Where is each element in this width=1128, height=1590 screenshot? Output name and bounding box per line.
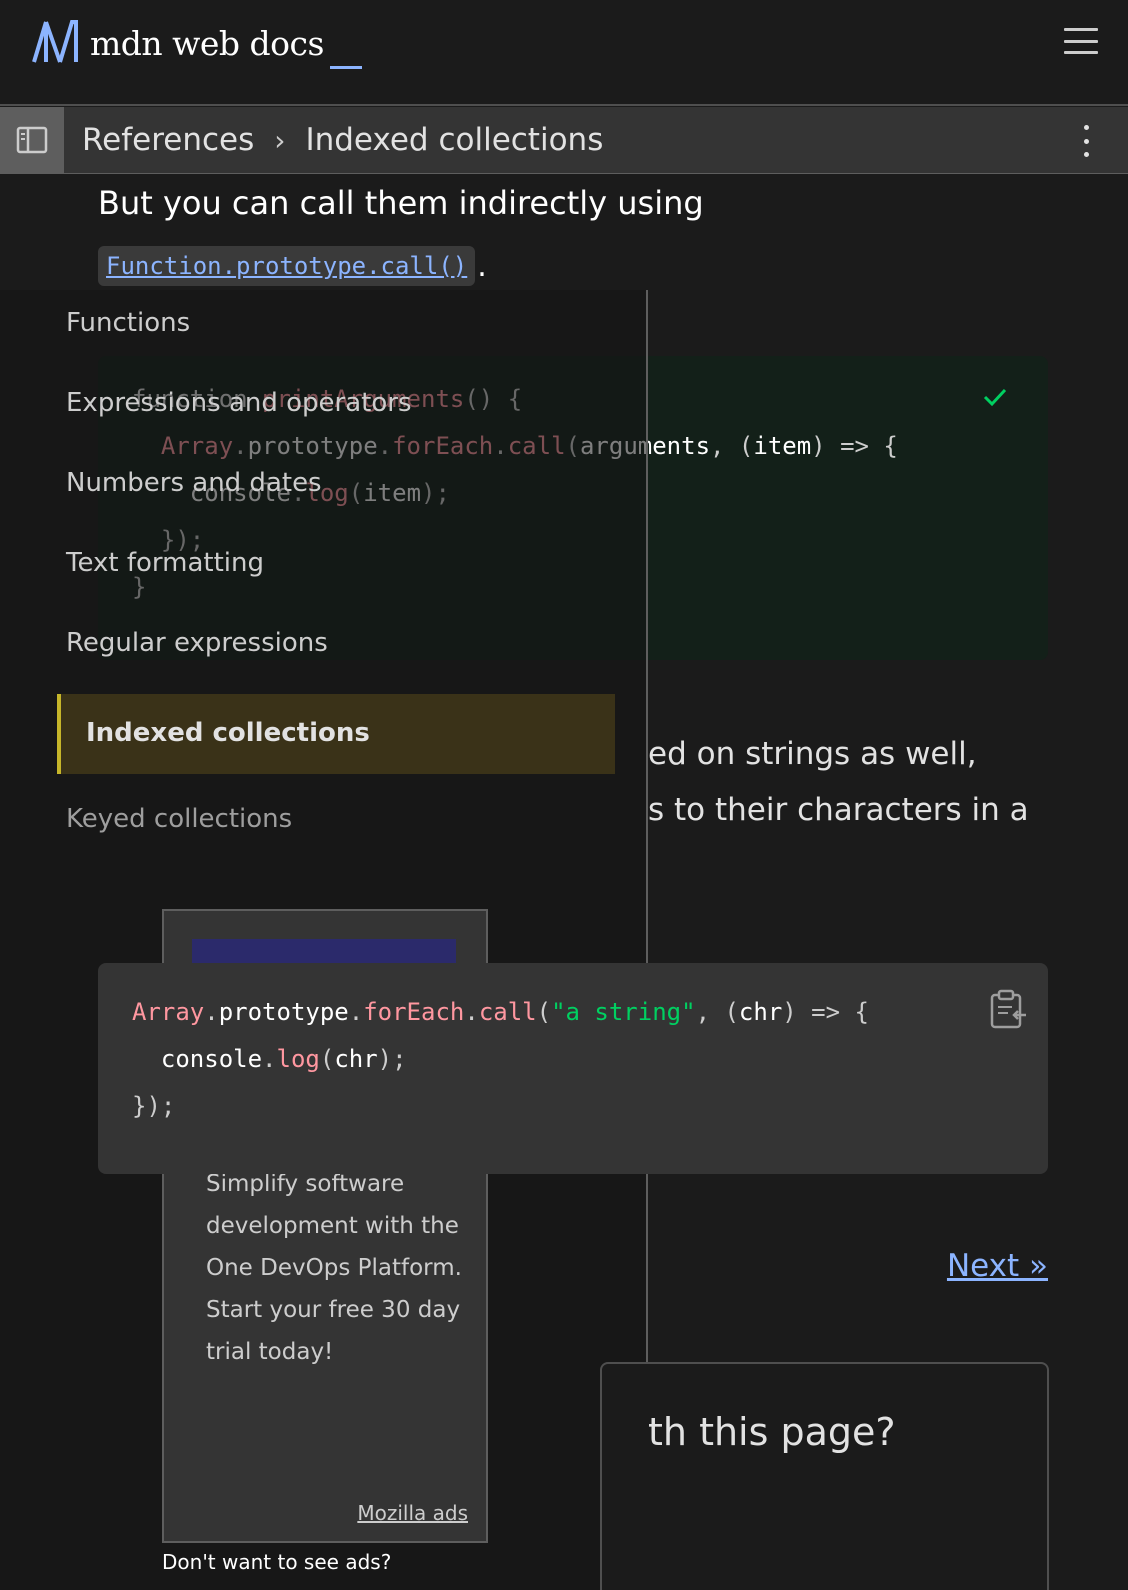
feedback-title: th this page? bbox=[648, 1410, 896, 1454]
sidebar-item-numbers[interactable]: Numbers and dates bbox=[66, 468, 322, 498]
mdn-logo[interactable]: mdn web docs bbox=[32, 20, 362, 69]
sidebar-item-functions[interactable]: Functions bbox=[66, 308, 190, 338]
code-example-string-foreach: Array.prototype.forEach.call("a string",… bbox=[98, 963, 1048, 1174]
logo-text: mdn web docs bbox=[90, 24, 324, 63]
breadcrumb-bar: References › Indexed collections bbox=[0, 107, 1128, 174]
paragraph-link-row: Function.prototype.call() . bbox=[98, 246, 487, 286]
sidebar-toggle-button[interactable] bbox=[0, 107, 64, 173]
breadcrumb-indexed-collections[interactable]: Indexed collections bbox=[305, 122, 603, 158]
breadcrumb-references[interactable]: References bbox=[82, 122, 254, 158]
sidebar-item-indexed-collections[interactable]: Indexed collections bbox=[86, 718, 370, 748]
mdn-logo-icon bbox=[32, 20, 78, 63]
breadcrumb-separator: › bbox=[274, 123, 286, 157]
paragraph-call-indirectly: But you can call them indirectly using bbox=[98, 184, 704, 222]
period: . bbox=[477, 248, 487, 284]
breadcrumb: References › Indexed collections bbox=[82, 107, 603, 173]
paragraph-strings-line1: ed on strings as well, bbox=[648, 736, 977, 772]
hamburger-icon[interactable] bbox=[1064, 28, 1098, 54]
sidebar-toggle-icon bbox=[16, 126, 48, 154]
clipboard-icon[interactable] bbox=[988, 989, 1028, 1031]
ad-banner bbox=[192, 939, 456, 963]
sidebar-item-keyed-collections[interactable]: Keyed collections bbox=[66, 804, 292, 834]
mozilla-ads-link[interactable]: Mozilla ads bbox=[357, 1501, 468, 1525]
ad-text: Simplify software development with the O… bbox=[206, 1171, 462, 1365]
next-page-link[interactable]: Next » bbox=[947, 1248, 1048, 1284]
check-icon bbox=[983, 388, 1007, 407]
feedback-box bbox=[600, 1362, 1049, 1590]
sidebar-item-text-formatting[interactable]: Text formatting bbox=[66, 548, 264, 578]
paragraph-strings-line2: s to their characters in a bbox=[648, 792, 1029, 828]
sidebar-item-expressions[interactable]: Expressions and operators bbox=[66, 388, 412, 418]
sidebar-item-regex[interactable]: Regular expressions bbox=[66, 628, 328, 658]
no-ads-link[interactable]: Don't want to see ads? bbox=[162, 1550, 391, 1574]
kebab-icon[interactable] bbox=[1084, 125, 1090, 157]
top-header: mdn web docs bbox=[0, 0, 1128, 106]
code-line: }); bbox=[132, 1092, 176, 1120]
code-line: console.log(chr); bbox=[132, 1045, 407, 1073]
code-line: Array.prototype.forEach.call("a string",… bbox=[132, 998, 869, 1026]
function-prototype-call-link[interactable]: Function.prototype.call() bbox=[98, 246, 476, 286]
logo-cursor bbox=[329, 66, 362, 69]
